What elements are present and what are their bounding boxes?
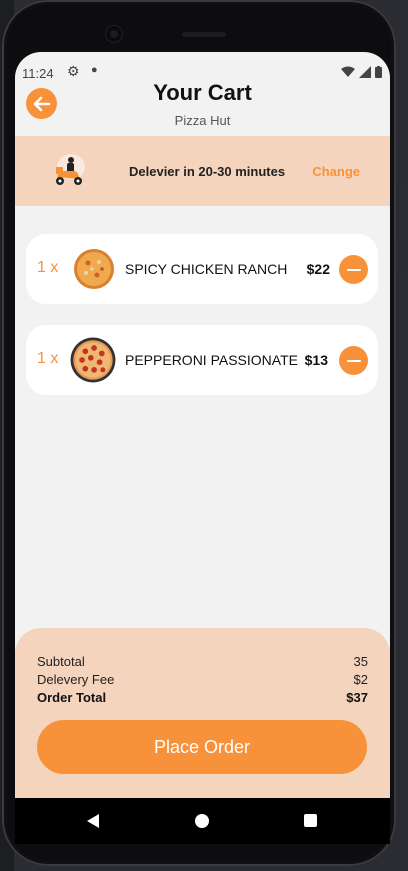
item-quantity: 1 x <box>37 259 59 276</box>
order-total-row: Order Total $37 <box>37 690 368 705</box>
delivery-time-text: Delevier in 20-30 minutes <box>129 164 286 179</box>
remove-item-button[interactable] <box>339 255 368 284</box>
page-title: Your Cart <box>153 80 252 105</box>
delivery-banner: Delevier in 20-30 minutes Change <box>15 136 390 206</box>
delivery-fee-value: $2 <box>353 672 368 687</box>
gear-icon: ⚙ <box>67 63 80 79</box>
delivery-fee-label: Delevery Fee <box>37 672 115 687</box>
system-nav-bar <box>15 798 390 844</box>
pizza-image <box>70 337 116 383</box>
volume-button <box>399 270 404 360</box>
item-name: SPICY CHICKEN RANCH <box>125 261 288 277</box>
earpiece-speaker <box>182 32 226 37</box>
order-summary: Subtotal 35 Delevery Fee $2 Order Total … <box>15 628 390 798</box>
subtotal-label: Subtotal <box>37 654 85 669</box>
cart-item: 1 x SPICY CHICKEN RANCH $22 <box>26 234 378 304</box>
item-name: PEPPERONI PASSIONATE <box>125 352 298 368</box>
place-order-button[interactable]: Place Order <box>37 720 367 774</box>
minus-icon <box>346 268 361 271</box>
app-screen: 11:24 ⚙ ● Your Cart Pizza Hut Delevier i… <box>15 52 390 798</box>
subtotal-row: Subtotal 35 <box>37 654 368 669</box>
notification-dot-icon: ● <box>91 64 98 76</box>
remove-item-button[interactable] <box>339 346 368 375</box>
battery-icon <box>375 66 382 78</box>
front-camera <box>106 26 122 42</box>
delivery-fee-row: Delevery Fee $2 <box>37 672 368 687</box>
status-icons <box>341 66 382 78</box>
cart-item: 1 x PEPPERONI PASSIONATE $13 <box>26 325 378 395</box>
item-price: $13 <box>304 352 328 368</box>
status-time: 11:24 <box>22 66 54 81</box>
home-circle-icon[interactable] <box>195 814 209 828</box>
signal-icon <box>359 66 371 78</box>
item-quantity: 1 x <box>37 350 59 367</box>
pizza-image <box>74 249 114 289</box>
back-triangle-icon[interactable] <box>87 814 99 828</box>
recents-square-icon[interactable] <box>304 814 317 827</box>
minus-icon <box>346 359 361 362</box>
subtotal-value: 35 <box>353 654 368 669</box>
change-delivery-link[interactable]: Change <box>312 164 360 179</box>
order-total-value: $37 <box>346 690 368 705</box>
restaurant-name: Pizza Hut <box>174 113 231 128</box>
item-price: $22 <box>306 261 330 277</box>
power-button <box>399 180 404 240</box>
wifi-icon <box>341 66 355 77</box>
scooter-icon <box>56 154 85 185</box>
order-total-label: Order Total <box>37 690 107 705</box>
